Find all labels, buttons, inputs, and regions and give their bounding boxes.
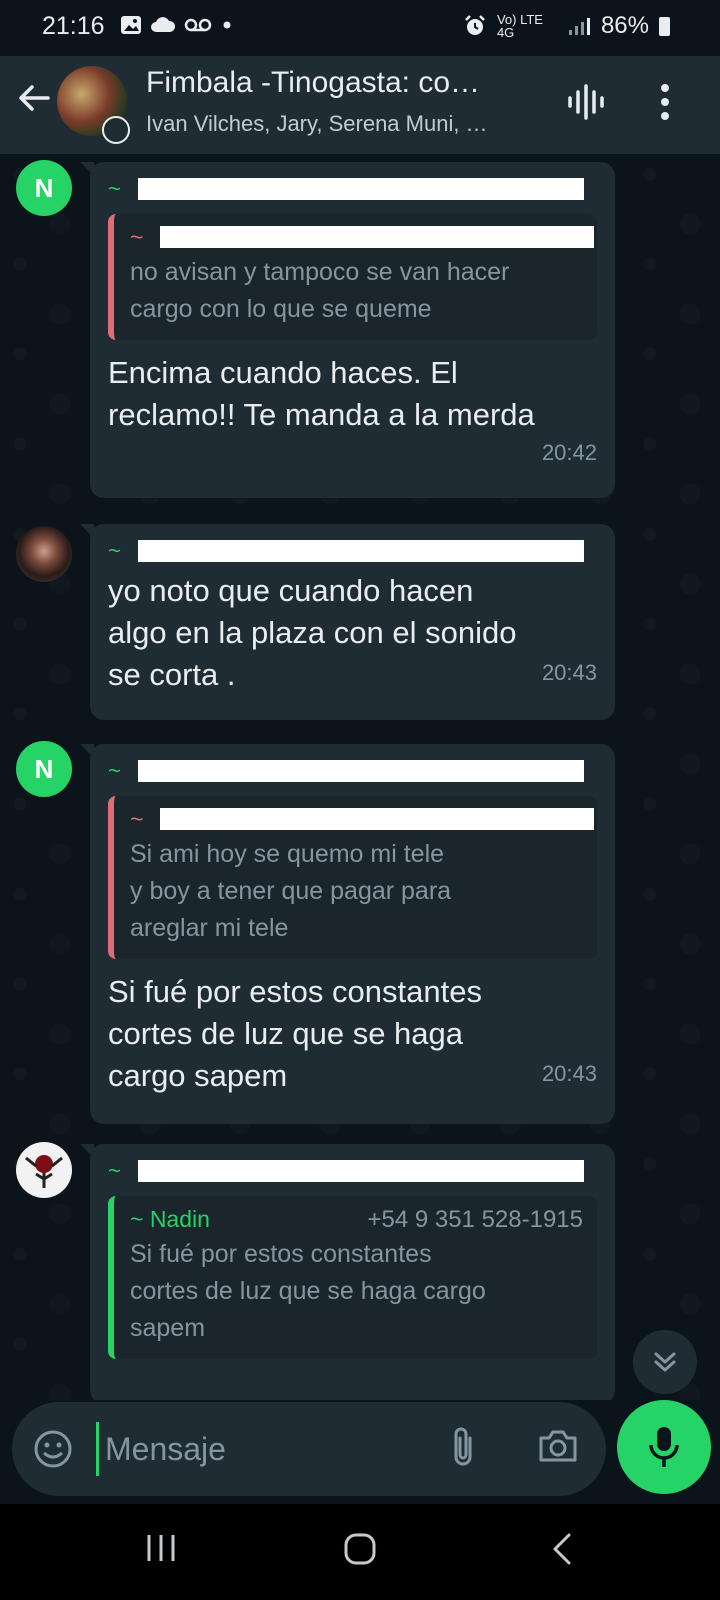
voice-chat-icon[interactable] (566, 82, 606, 122)
quoted-text: no avisan y tampoco se van hacer cargo c… (130, 258, 510, 323)
home-icon[interactable] (343, 1532, 377, 1566)
redaction-bar (160, 226, 594, 248)
status-right: Vo) LTE 4G 86% (463, 12, 670, 40)
message-bubble[interactable]: ~ yo noto que cuando hacen algo en la pl… (80, 524, 615, 720)
attach-icon[interactable] (448, 1424, 478, 1470)
dot-icon (223, 21, 231, 29)
voice-message-button[interactable] (617, 1400, 711, 1494)
bubble-tail (80, 524, 94, 538)
message-text: Encima cuando haces. El reclamo!! Te man… (108, 355, 535, 432)
signal-icon (568, 18, 590, 35)
chat-title[interactable]: Fimbala -Tinogasta: co… (146, 66, 551, 100)
quoted-message[interactable]: ~ Si ami hoy se quemo mi tele y boy a te… (108, 796, 597, 959)
status-bar: 21:16 Vo) LTE 4G 86% (0, 0, 720, 56)
quoted-phone: +54 9 351 528-1915 (367, 1206, 583, 1233)
voicemail-icon (184, 18, 212, 32)
camera-icon[interactable] (537, 1426, 579, 1466)
quoted-sender: ~ Nadin +54 9 351 528-1915 (130, 1206, 583, 1236)
redaction-bar (138, 540, 584, 562)
quoted-sender: ~ (130, 806, 594, 836)
quoted-sender: ~ (130, 224, 594, 254)
battery-percent: 86% (600, 12, 649, 39)
quoted-text: Si fué por estos constantes cortes de lu… (130, 1240, 486, 1342)
message-time: 20:42 (541, 440, 597, 465)
recent-apps-icon[interactable] (144, 1532, 178, 1564)
notification-icons (120, 14, 234, 36)
avatar[interactable] (16, 526, 72, 582)
community-badge-icon (102, 116, 130, 144)
gallery-icon (121, 16, 141, 34)
message-sender[interactable]: ~ (108, 176, 597, 206)
rose-icon (25, 1155, 63, 1188)
bubble-tail (80, 162, 94, 176)
redaction-bar (138, 178, 584, 200)
bubble-tail (80, 1144, 94, 1158)
more-options-icon[interactable] (660, 82, 670, 122)
quoted-message[interactable]: ~ no avisan y tampoco se van hacer cargo… (108, 214, 597, 340)
redaction-bar (160, 808, 594, 830)
back-icon[interactable] (550, 1532, 574, 1566)
message-input[interactable] (99, 1414, 419, 1484)
chat-header: Fimbala -Tinogasta: co… Ivan Vilches, Ja… (0, 56, 720, 154)
message-composer (12, 1402, 606, 1496)
message-sender[interactable]: ~ (108, 758, 597, 788)
cloud-icon (151, 17, 176, 32)
battery-icon (659, 16, 670, 36)
network-label: Vo) LTE 4G (496, 12, 543, 40)
redaction-bar (138, 1160, 584, 1182)
avatar[interactable]: N (16, 160, 72, 216)
message-sender[interactable]: ~ (108, 1158, 597, 1188)
quoted-text: Si ami hoy se quemo mi tele y boy a tene… (130, 840, 452, 942)
scroll-to-bottom-button[interactable] (633, 1330, 697, 1394)
avatar[interactable] (16, 1142, 72, 1198)
back-arrow-icon[interactable] (16, 80, 52, 116)
message-bubble[interactable]: ~ ~ Si ami hoy se quemo mi tele y boy a … (80, 744, 615, 1124)
bubble-tail (80, 744, 94, 758)
redaction-bar (138, 760, 584, 782)
message-bubble[interactable]: ~ ~ no avisan y tampoco se van hacer car… (80, 162, 615, 498)
message-bubble[interactable]: ~ ~ Nadin +54 9 351 528-1915 Si fué por e… (80, 1144, 615, 1400)
emoji-icon[interactable] (32, 1428, 74, 1470)
double-chevron-down-icon (654, 1352, 676, 1372)
alarm-icon (465, 15, 485, 35)
avatar[interactable]: N (16, 741, 72, 797)
message-sender[interactable]: ~ (108, 538, 597, 568)
system-navigation-bar (0, 1504, 720, 1600)
microphone-icon (649, 1427, 679, 1467)
status-time: 21:16 (42, 12, 105, 40)
chat-area[interactable]: N ~ ~ no avisan y tampoco se van hacer c… (0, 154, 720, 1400)
quoted-message[interactable]: ~ Nadin +54 9 351 528-1915 Si fué por est… (108, 1196, 597, 1359)
chat-participants[interactable]: Ivan Vilches, Jary, Serena Muni, … (146, 111, 551, 137)
